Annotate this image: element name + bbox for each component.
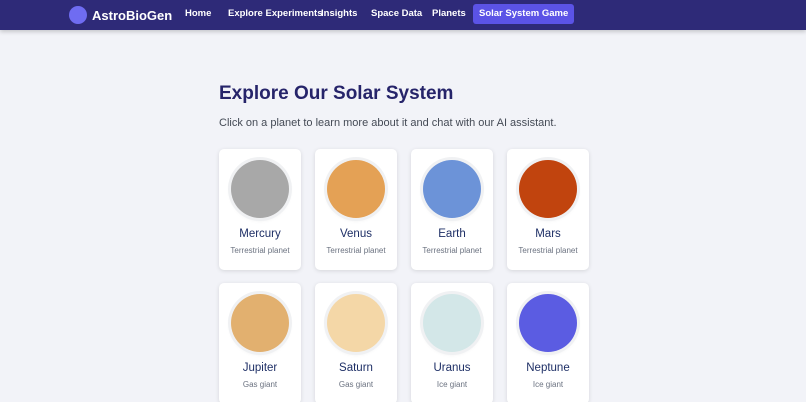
brand[interactable]: AstroBioGen: [69, 4, 172, 26]
planet-uranus-icon: [423, 294, 481, 352]
nav-item-insights[interactable]: Insights: [321, 4, 357, 24]
nav-item-explore-experiments[interactable]: Explore Experiments: [228, 4, 323, 24]
planet-name: Mars: [535, 228, 561, 240]
nav-item-planets[interactable]: Planets: [432, 4, 466, 24]
planet-earth-icon: [423, 160, 481, 218]
planet-name: Mercury: [239, 228, 281, 240]
planet-type: Terrestrial planet: [518, 246, 578, 255]
planet-type: Terrestrial planet: [422, 246, 482, 255]
planet-type: Gas giant: [242, 380, 278, 389]
planet-name: Neptune: [526, 362, 570, 374]
planet-type: Gas giant: [338, 380, 374, 389]
planet-neptune-icon: [519, 294, 577, 352]
planet-saturn-icon: [327, 294, 385, 352]
planet-card-jupiter[interactable]: Jupiter Gas giant: [219, 283, 301, 402]
planet-card-uranus[interactable]: Uranus Ice giant: [411, 283, 493, 402]
planet-name: Saturn: [339, 362, 373, 374]
planet-mercury-icon: [231, 160, 289, 218]
nav-item-solar-system-game[interactable]: Solar System Game: [473, 4, 575, 24]
planet-card-neptune[interactable]: Neptune Ice giant: [507, 283, 589, 402]
nav-item-home[interactable]: Home: [185, 4, 211, 24]
planet-type: Ice giant: [436, 380, 468, 389]
brand-name: AstroBioGen: [92, 7, 173, 23]
planet-card-venus[interactable]: Venus Terrestrial planet: [315, 149, 397, 270]
planet-card-saturn[interactable]: Saturn Gas giant: [315, 283, 397, 402]
planet-jupiter-icon: [231, 294, 289, 352]
planet-name: Jupiter: [242, 362, 278, 374]
planet-mars-icon: [519, 160, 577, 218]
planet-name: Earth: [438, 228, 466, 240]
planet-card-earth[interactable]: Earth Terrestrial planet: [411, 149, 493, 270]
planet-name: Uranus: [433, 362, 471, 374]
planet-type: Terrestrial planet: [230, 246, 290, 255]
brand-logo-icon: [69, 6, 87, 24]
planet-name: Venus: [340, 228, 372, 240]
planet-card-mars[interactable]: Mars Terrestrial planet: [507, 149, 589, 270]
top-navbar: AstroBioGen Home Explore Experiments Ins…: [0, 0, 806, 30]
planet-type: Ice giant: [532, 380, 564, 389]
planet-venus-icon: [327, 160, 385, 218]
page-title: Explore Our Solar System: [219, 83, 454, 104]
page-subtitle: Click on a planet to learn more about it…: [219, 117, 557, 129]
planet-type: Terrestrial planet: [326, 246, 386, 255]
nav-item-space-data[interactable]: Space Data: [371, 4, 422, 24]
planet-card-mercury[interactable]: Mercury Terrestrial planet: [219, 149, 301, 270]
